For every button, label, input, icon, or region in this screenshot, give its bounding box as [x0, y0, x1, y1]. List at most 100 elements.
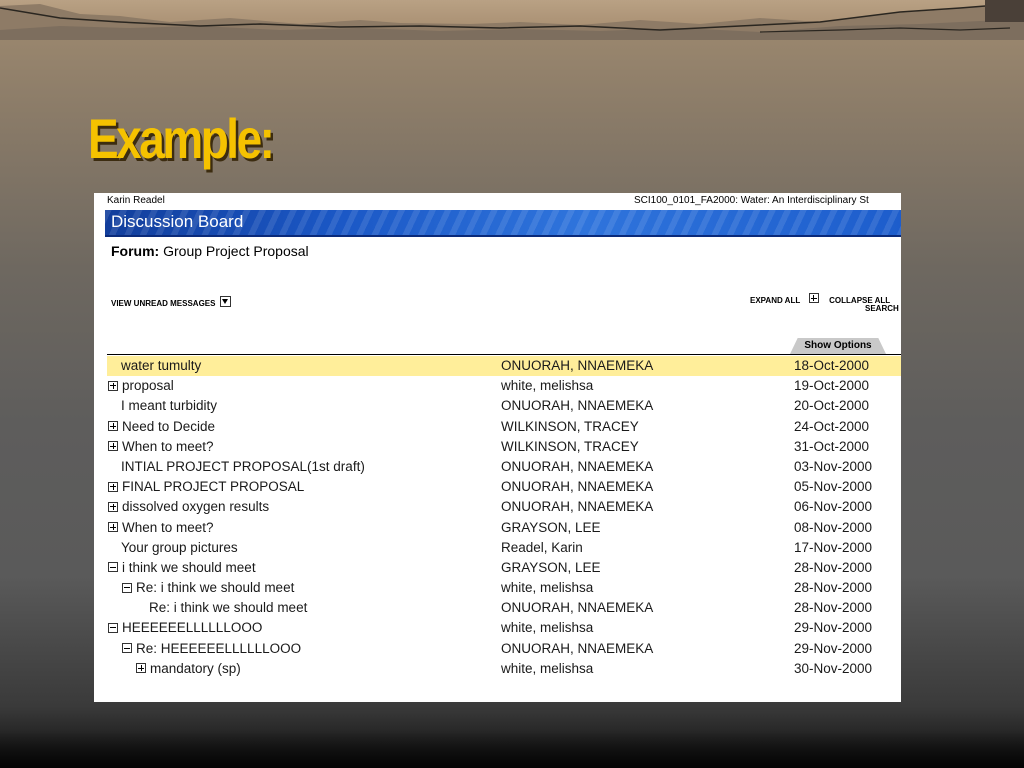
thread-author: GRAYSON, LEE: [501, 519, 601, 535]
thread-subject-text[interactable]: Re: i think we should meet: [149, 600, 307, 615]
collapse-thread-icon[interactable]: [108, 622, 118, 633]
thread-row[interactable]: FINAL PROJECT PROPOSAL ONUORAH, NNAEMEKA 0…: [107, 477, 901, 497]
thread-subject-text[interactable]: proposal: [122, 378, 174, 393]
thread-date: 17-Nov-2000: [794, 539, 873, 555]
thread-subject[interactable]: I meant turbidity: [121, 398, 217, 413]
thread-subject-text[interactable]: INTIAL PROJECT PROPOSAL(1st draft): [121, 459, 365, 474]
thread-author: ONUORAH, NNAEMEKA: [501, 458, 654, 474]
thread-subject-text[interactable]: HEEEEEELLLLLLOOO: [122, 620, 262, 635]
thread-subject-text[interactable]: dissolved oxygen results: [122, 499, 269, 514]
thread-subject-text[interactable]: FINAL PROJECT PROPOSAL: [122, 479, 304, 494]
thread-subject-text[interactable]: When to meet?: [122, 439, 214, 454]
thread-date: 31-Oct-2000: [794, 438, 870, 454]
thread-author: ONUORAH, NNAEMEKA: [501, 640, 654, 656]
thread-row[interactable]: mandatory (sp) white, melishsa 30-Nov-2000: [107, 659, 901, 679]
discussion-board-screenshot: Karin Readel SCI100_0101_FA2000: Water: …: [94, 193, 901, 702]
thread-author: ONUORAH, NNAEMEKA: [501, 479, 654, 495]
thread-author: GRAYSON, LEE: [501, 559, 601, 575]
thread-subject-text[interactable]: I meant turbidity: [121, 398, 217, 413]
expand-thread-icon[interactable]: [108, 441, 118, 452]
thread-author: ONUORAH, NNAEMEKA: [501, 398, 654, 414]
thread-subject[interactable]: water tumulty: [121, 358, 201, 373]
thread-row[interactable]: When to meet? WILKINSON, TRACEY 31-Oct-200…: [107, 437, 901, 457]
expand-thread-icon[interactable]: [108, 522, 118, 532]
thread-subject[interactable]: HEEEEEELLLLLLOOO: [108, 620, 262, 635]
thread-subject[interactable]: Need to Decide: [108, 419, 215, 434]
thread-subject-text[interactable]: Need to Decide: [122, 419, 215, 434]
thread-subject[interactable]: proposal: [108, 378, 174, 393]
collapse-thread-icon[interactable]: [122, 582, 132, 593]
forum-heading: Forum: Group Project Proposal: [111, 243, 309, 259]
thread-subject[interactable]: Your group pictures: [121, 540, 238, 555]
thread-subject[interactable]: INTIAL PROJECT PROPOSAL(1st draft): [121, 459, 365, 474]
expand-all-link[interactable]: EXPAND ALL: [750, 296, 800, 305]
thread-row[interactable]: Your group pictures Readel, Karin 17-Nov-2…: [107, 538, 901, 558]
thread-row[interactable]: HEEEEEELLLLLLOOO white, melishsa 29-Nov-20…: [107, 618, 901, 638]
thread-subject-text[interactable]: i think we should meet: [122, 560, 256, 575]
thread-row[interactable]: Re: i think we should meet ONUORAH, NNAEM…: [107, 598, 901, 618]
thread-author: ONUORAH, NNAEMEKA: [501, 499, 654, 515]
banner-divider: [105, 235, 901, 237]
thread-row[interactable]: INTIAL PROJECT PROPOSAL(1st draft) ONUORA…: [107, 457, 901, 477]
thread-subject-text[interactable]: Re: i think we should meet: [136, 580, 294, 595]
thread-date: 29-Nov-2000: [794, 640, 873, 656]
thread-subject-text[interactable]: Your group pictures: [121, 540, 238, 555]
thread-subject[interactable]: When to meet?: [108, 439, 214, 454]
thread-row[interactable]: i think we should meet GRAYSON, LEE 28-Nov…: [107, 558, 901, 578]
thread-date: 28-Nov-2000: [794, 559, 873, 575]
thread-subject-text[interactable]: mandatory (sp): [150, 661, 241, 676]
show-options-tab[interactable]: Show Options: [790, 338, 886, 354]
course-name: SCI100_0101_FA2000: Water: An Interdisci…: [634, 195, 869, 206]
thread-date: 29-Nov-2000: [794, 620, 873, 636]
thread-date: 19-Oct-2000: [794, 378, 870, 394]
thread-subject[interactable]: Re: HEEEEEELLLLLLOOO: [122, 641, 301, 656]
thread-subject-text[interactable]: Re: HEEEEEELLLLLLOOO: [136, 641, 301, 656]
dropdown-arrow-icon[interactable]: [219, 296, 231, 308]
expand-thread-icon[interactable]: [108, 501, 118, 512]
thread-row[interactable]: When to meet? GRAYSON, LEE 08-Nov-2000: [107, 518, 901, 538]
thread-date: 28-Nov-2000: [794, 580, 873, 596]
thread-row[interactable]: Need to Decide WILKINSON, TRACEY 24-Oct-20…: [107, 417, 901, 437]
expand-thread-icon[interactable]: [108, 481, 118, 492]
slide-title: Example:: [88, 107, 275, 170]
collapse-thread-icon[interactable]: [108, 562, 118, 573]
search-link[interactable]: SEARCH: [865, 304, 899, 313]
thread-list: water tumulty ONUORAH, NNAEMEKA 18-Oct-200…: [107, 356, 901, 679]
thread-date: 18-Oct-2000: [794, 358, 870, 373]
thread-row[interactable]: Re: i think we should meet white, melishs…: [107, 578, 901, 598]
thread-subject-text[interactable]: water tumulty: [121, 358, 201, 373]
thread-date: 28-Nov-2000: [794, 600, 873, 616]
thread-row[interactable]: Re: HEEEEEELLLLLLOOO ONUORAH, NNAEMEKA 29-…: [107, 639, 901, 659]
expand-thread-icon[interactable]: [108, 421, 118, 432]
thread-row[interactable]: proposal white, melishsa 19-Oct-2000: [107, 376, 901, 396]
thread-author: WILKINSON, TRACEY: [501, 418, 639, 434]
view-unread-messages[interactable]: VIEW UNREAD MESSAGES: [111, 293, 231, 311]
thread-row[interactable]: I meant turbidity ONUORAH, NNAEMEKA 20-Oct…: [107, 396, 901, 416]
thread-author: white, melishsa: [501, 660, 594, 676]
thread-date: 20-Oct-2000: [794, 398, 870, 414]
thread-date: 08-Nov-2000: [794, 519, 873, 535]
thread-subject[interactable]: i think we should meet: [108, 560, 256, 575]
thread-author: WILKINSON, TRACEY: [501, 438, 639, 454]
thread-subject[interactable]: Re: i think we should meet: [149, 600, 307, 615]
thread-subject-text[interactable]: When to meet?: [122, 520, 214, 535]
thread-subject[interactable]: FINAL PROJECT PROPOSAL: [108, 479, 304, 494]
view-unread-label[interactable]: VIEW UNREAD MESSAGES: [111, 299, 215, 308]
thread-subject[interactable]: mandatory (sp): [136, 661, 241, 676]
expand-thread-icon[interactable]: [108, 380, 118, 391]
thread-date: 24-Oct-2000: [794, 418, 870, 434]
thread-subject[interactable]: Re: i think we should meet: [122, 580, 294, 595]
thread-date: 03-Nov-2000: [794, 458, 873, 474]
expand-plus-icon[interactable]: [808, 293, 819, 303]
thread-author: ONUORAH, NNAEMEKA: [501, 600, 654, 616]
expand-thread-icon[interactable]: [136, 663, 146, 674]
thread-row[interactable]: water tumulty ONUORAH, NNAEMEKA 18-Oct-200…: [107, 356, 901, 377]
forum-label: Forum:: [111, 243, 160, 259]
thread-row[interactable]: dissolved oxygen results ONUORAH, NNAEMEK…: [107, 497, 901, 517]
collapse-thread-icon[interactable]: [122, 643, 132, 654]
thread-author: white, melishsa: [501, 378, 594, 394]
thread-subject[interactable]: dissolved oxygen results: [108, 499, 269, 514]
thread-subject[interactable]: When to meet?: [108, 520, 214, 535]
thread-author: white, melishsa: [501, 620, 594, 636]
board-title: Discussion Board: [111, 212, 244, 231]
